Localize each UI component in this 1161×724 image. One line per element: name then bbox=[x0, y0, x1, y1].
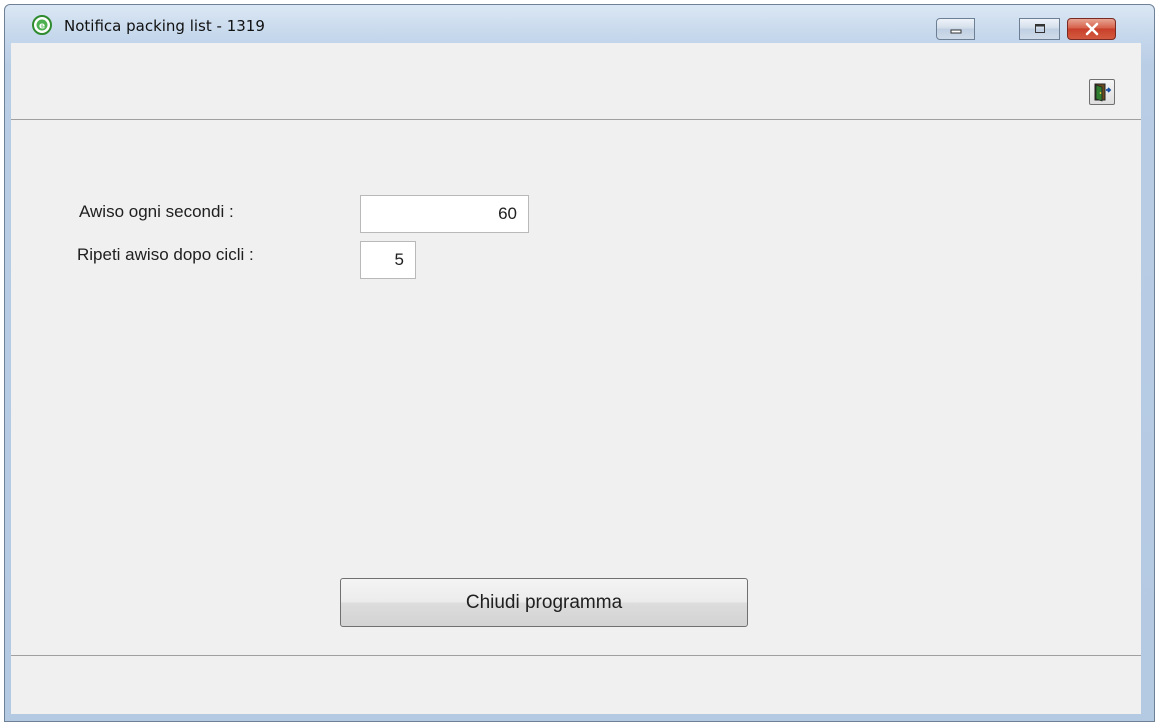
window-title: Notifica packing list - 1319 bbox=[64, 17, 265, 35]
ripeti-cicli-label: Ripeti awiso dopo cicli : bbox=[77, 245, 254, 264]
exit-button[interactable] bbox=[1089, 79, 1115, 105]
maximize-button[interactable] bbox=[1019, 18, 1060, 40]
title-bar[interactable]: e Notifica packing list - 1319 bbox=[5, 5, 1154, 45]
svg-text:e: e bbox=[39, 22, 45, 32]
app-window: e Notifica packing list - 1319 Awiso ogn… bbox=[4, 4, 1155, 722]
status-bar bbox=[11, 655, 1141, 714]
ripeti-cicli-input[interactable]: 5 bbox=[360, 241, 416, 279]
minimize-icon bbox=[950, 29, 961, 34]
awiso-secondi-input[interactable]: 60 bbox=[360, 195, 529, 233]
close-window-button[interactable] bbox=[1067, 18, 1116, 40]
close-program-button[interactable]: Chiudi programma bbox=[340, 578, 748, 627]
toolbar bbox=[11, 43, 1141, 120]
minimize-button[interactable] bbox=[936, 18, 975, 40]
app-logo-e-icon: e bbox=[32, 15, 52, 35]
awiso-secondi-label: Awiso ogni secondi : bbox=[79, 202, 234, 221]
exit-door-icon bbox=[1094, 83, 1112, 102]
close-icon bbox=[1085, 22, 1098, 36]
client-area: Awiso ogni secondi : 60 Ripeti awiso dop… bbox=[11, 43, 1141, 714]
maximize-icon bbox=[1034, 24, 1045, 33]
